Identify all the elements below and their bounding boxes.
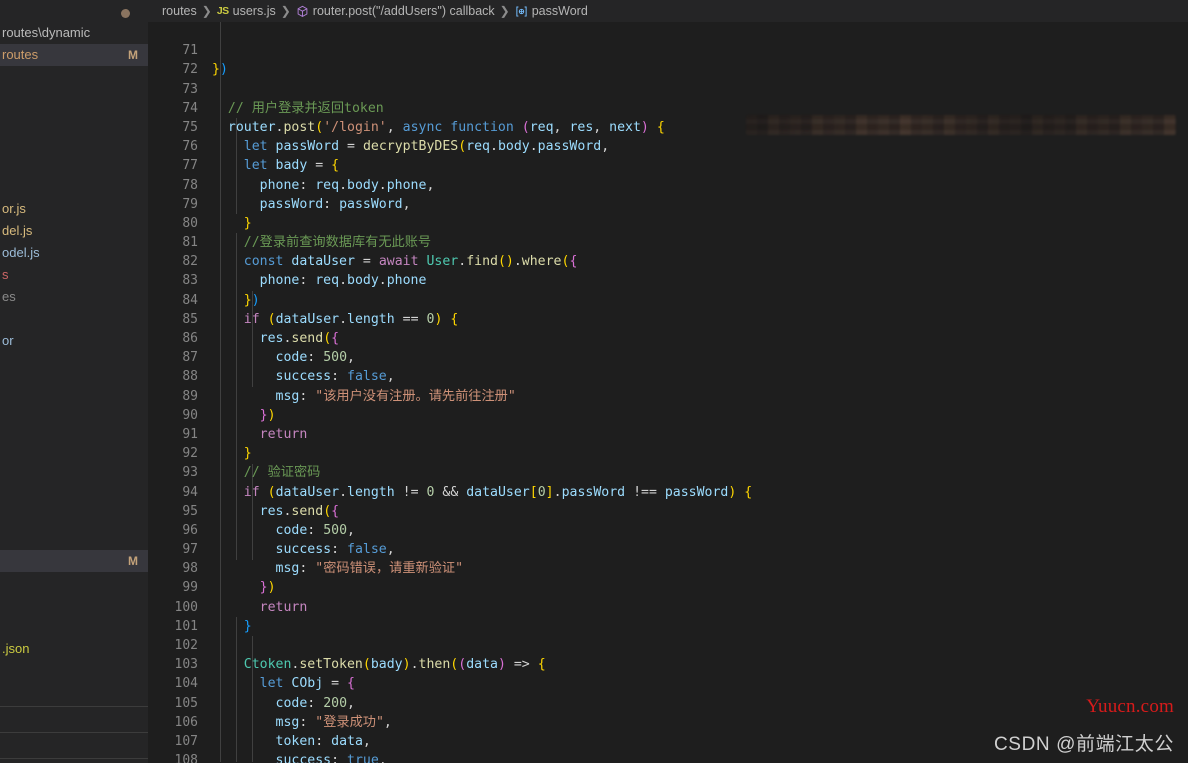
code-line[interactable]: 105 msg: "登录成功", (148, 674, 1188, 730)
code-line[interactable]: 106 token: data, (148, 694, 1188, 749)
sidebar-gap-5 (0, 154, 148, 176)
breadcrumb-item-folder[interactable]: routes (162, 4, 197, 18)
sidebar-json-item[interactable]: .json (0, 638, 148, 660)
code-line[interactable]: 83 }) (148, 252, 1188, 307)
code-line[interactable]: 77 phone: req.body.phone, (148, 137, 1188, 192)
code-line[interactable]: 98 }) (148, 540, 1188, 595)
breadcrumb-label: users.js (232, 4, 276, 18)
breadcrumb-item-file[interactable]: JS users.js (217, 4, 276, 18)
code-line[interactable]: 81 const dataUser = await User.find().wh… (148, 214, 1188, 269)
breadcrumb-label: router.post("/addUsers") callback (312, 4, 495, 18)
code-line[interactable]: 79 } (148, 176, 1188, 231)
js-file-icon: JS (216, 5, 229, 17)
unsaved-dot-indicator (121, 9, 130, 18)
code-line[interactable]: 94 res.send({ (148, 463, 1188, 519)
code-line[interactable]: 99 return (148, 559, 1188, 614)
sidebar-modified-label: or (2, 333, 14, 348)
sidebar-empty-space-3 (0, 660, 148, 706)
code-line[interactable]: 104 code: 200, (148, 655, 1188, 710)
code-line[interactable]: 71 }) (148, 22, 1188, 77)
sidebar-file-item[interactable]: es (0, 286, 148, 308)
code-line[interactable]: 85 res.send({ (148, 291, 1188, 346)
code-line[interactable]: 102 Ctoken.setToken(bady).then((data) =>… (148, 617, 1188, 672)
code-line[interactable]: 100 } (148, 578, 1188, 634)
code-line[interactable]: 88 msg: "该用户没有注册。请先前往注册" (148, 348, 1188, 403)
sidebar-panel-c[interactable] (0, 759, 148, 763)
sidebar-gap-7 (0, 9, 148, 330)
code-line[interactable]: 97 msg: "密码错误，请重新验证" (148, 521, 1188, 576)
code-line[interactable]: 103 let CObj = { (148, 636, 1188, 691)
sidebar-file-item[interactable]: or.js (0, 198, 148, 220)
sidebar-file-item[interactable]: s (0, 264, 148, 286)
redacted-secret-region (746, 115, 1176, 135)
code-line[interactable]: 73 // 用户登录并返回token (148, 60, 1188, 116)
code-line[interactable]: 72 (148, 41, 1188, 77)
watermark-secondary: CSDN @前端江太公 (993, 734, 1174, 755)
sidebar-empty-space-2 (0, 572, 148, 638)
code-line[interactable]: 95 code: 500, (148, 483, 1188, 538)
sidebar-gap-4 (0, 132, 148, 154)
modified-badge: M (128, 48, 138, 62)
sidebar-file-label: s (2, 267, 9, 282)
sidebar-file-item[interactable]: del.js (0, 220, 148, 242)
code-line[interactable]: 86 code: 500, (148, 310, 1188, 365)
sidebar-gap-2 (0, 88, 148, 110)
breadcrumb[interactable]: routes ❯ JS users.js ❯ router.post("/add… (148, 0, 1188, 22)
code-line[interactable]: 101 (148, 598, 1188, 634)
sidebar-file-label: odel.js (2, 245, 40, 260)
watermark-primary: Yuucn.com (1086, 696, 1174, 717)
breadcrumb-label: routes (162, 4, 197, 18)
sidebar-gap-3 (0, 110, 148, 132)
code-line[interactable]: 96 success: false, (148, 502, 1188, 557)
code-line[interactable]: 74 router.post('/login', async function … (148, 80, 1188, 135)
sidebar-empty-space (0, 352, 148, 550)
sidebar-file-label: es (2, 289, 16, 304)
breadcrumb-label: passWord (531, 4, 588, 18)
sidebar-path-label[interactable]: routes\dynamic (0, 22, 148, 44)
module-cube-icon (296, 5, 309, 18)
code-line[interactable]: 78 passWord: passWord, (148, 156, 1188, 212)
sidebar-item-label: routes (2, 47, 39, 62)
sidebar-modified-item[interactable]: or (0, 330, 148, 352)
code-line[interactable]: 84 if (dataUser.length == 0) { (148, 271, 1188, 327)
code-line[interactable]: 92 // 验证密码 (148, 425, 1188, 480)
vscode-window: routes\dynamic routes M or.js del.js ode… (0, 0, 1188, 763)
modified-badge: M (128, 554, 138, 568)
sidebar-file-label: del.js (2, 223, 33, 238)
chevron-right-icon: ❯ (499, 4, 510, 18)
chevron-right-icon: ❯ (280, 4, 291, 18)
code-editor[interactable]: 71 }) 72 73 // 用户登录并返回token 74 router.po… (148, 22, 1188, 763)
sidebar-item-routes[interactable]: routes M (0, 44, 148, 66)
explorer-sidebar[interactable]: routes\dynamic routes M or.js del.js ode… (0, 0, 148, 763)
code-line[interactable]: 82 phone: req.body.phone (148, 233, 1188, 288)
code-line[interactable]: 93 if (dataUser.length != 0 && dataUser[… (148, 444, 1188, 499)
sidebar-panel-a[interactable] (0, 707, 148, 732)
sidebar-path-text: routes\dynamic (2, 25, 91, 40)
sidebar-gap-1 (0, 66, 148, 88)
code-line[interactable]: 89 }) (148, 367, 1188, 423)
sidebar-file-label: or.js (2, 201, 26, 216)
sidebar-gap-6 (0, 176, 148, 198)
sidebar-file-item[interactable]: odel.js (0, 242, 148, 264)
breadcrumb-item-variable[interactable]: passWord (515, 4, 588, 18)
code-line[interactable]: 91 } (148, 406, 1188, 461)
sidebar-item-badged[interactable]: M (0, 550, 148, 572)
code-line[interactable]: 80 //登录前查询数据库有无此账号 (148, 195, 1188, 250)
breadcrumb-item-function[interactable]: router.post("/addUsers") callback (296, 4, 495, 18)
code-line[interactable]: 87 success: false, (148, 329, 1188, 384)
sidebar-panel-b[interactable] (0, 733, 148, 758)
chevron-right-icon: ❯ (201, 4, 212, 18)
sidebar-json-label: .json (2, 641, 30, 656)
variable-icon (515, 5, 528, 18)
code-line[interactable]: 90 return (148, 387, 1188, 442)
